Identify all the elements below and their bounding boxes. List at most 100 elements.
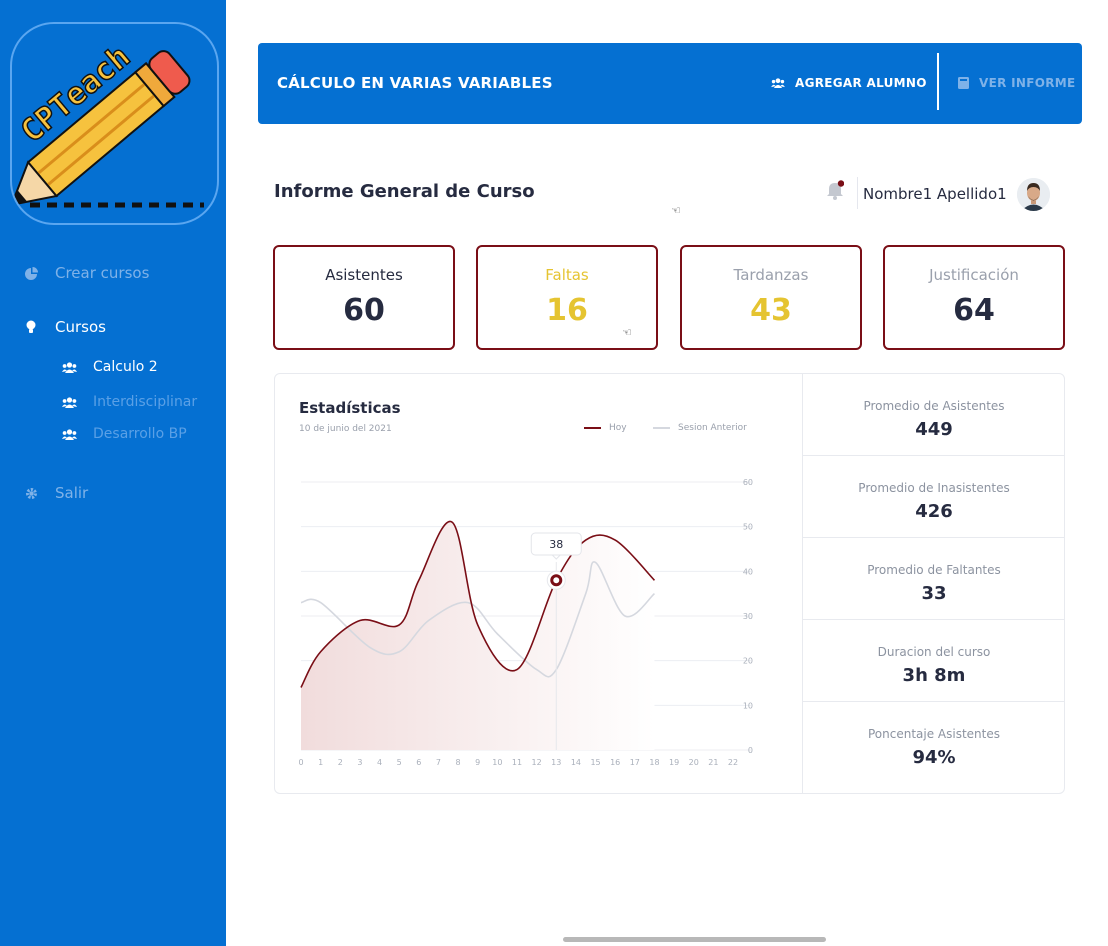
users-icon xyxy=(62,361,78,373)
stat-card-justificacion[interactable]: Justificación 64 xyxy=(883,245,1065,350)
stat-label: Tardanzas xyxy=(733,266,809,284)
x-tick-label: 7 xyxy=(436,758,441,767)
sidebar: CPTeach Crear cursos Cursos Calculo 2 In… xyxy=(0,0,226,946)
tooltip-value: 38 xyxy=(549,538,563,551)
y-tick-label: 50 xyxy=(743,523,753,532)
users-icon xyxy=(62,396,78,408)
x-tick-label: 2 xyxy=(338,758,343,767)
hand-cursor-icon: ☜ xyxy=(622,326,632,339)
metric-duracion-curso: Duracion del curso 3h 8m xyxy=(803,620,1065,702)
user-divider xyxy=(857,177,858,209)
stat-card-tardanzas[interactable]: Tardanzas 43 xyxy=(680,245,862,350)
course-header-bar: CÁLCULO EN VARIAS VARIABLES AGREGAR ALUM… xyxy=(258,43,1082,124)
course-item-label: Interdisciplinar xyxy=(93,394,198,410)
statistics-panel: Estadísticas 10 de junio del 2021 Hoy Se… xyxy=(274,373,1065,794)
course-item-interdisciplinar[interactable]: Interdisciplinar xyxy=(62,394,197,410)
app-logo[interactable]: CPTeach xyxy=(10,22,219,225)
add-student-button[interactable]: AGREGAR ALUMNO xyxy=(771,76,927,90)
stat-label: Justificación xyxy=(929,266,1019,284)
x-tick-label: 8 xyxy=(456,758,461,767)
y-tick-label: 30 xyxy=(743,612,753,621)
user-name[interactable]: Nombre1 Apellido1 xyxy=(863,185,1007,203)
x-tick-label: 5 xyxy=(397,758,402,767)
highlight-point xyxy=(550,574,563,587)
metric-label: Promedio de Inasistentes xyxy=(858,481,1010,495)
y-tick-label: 10 xyxy=(743,701,753,710)
y-tick-label: 20 xyxy=(743,657,753,666)
home-indicator xyxy=(563,937,826,942)
x-tick-label: 9 xyxy=(475,758,480,767)
stat-card-asistentes[interactable]: Asistentes 60 xyxy=(273,245,455,350)
course-item-label: Desarrollo BP xyxy=(93,426,187,442)
lightbulb-icon xyxy=(24,320,38,334)
users-icon xyxy=(62,428,78,440)
users-icon xyxy=(771,78,785,88)
stat-label: Faltas xyxy=(545,266,589,284)
statistics-chart: 01020304050600 1 2 3 4 5 6 7 8 9 10 11 12 13 14 15 16 17 1… xyxy=(298,478,753,767)
tooltip-arrow xyxy=(551,554,562,560)
x-tick-label: 18 xyxy=(649,758,659,767)
y-tick-label: 0 xyxy=(748,746,753,755)
x-tick-label: 13 xyxy=(551,758,561,767)
metric-label: Duracion del curso xyxy=(877,645,991,659)
sidebar-item-crear-cursos[interactable]: Crear cursos xyxy=(24,264,149,282)
book-icon xyxy=(958,77,969,89)
x-tick-label: 11 xyxy=(512,758,522,767)
x-tick-label: 22 xyxy=(728,758,738,767)
notification-bell-icon[interactable] xyxy=(826,180,845,204)
x-tick-label: 21 xyxy=(708,758,718,767)
x-tick-label: 4 xyxy=(377,758,382,767)
metric-value: 3h 8m xyxy=(902,665,966,686)
metric-label: Promedio de Asistentes xyxy=(863,399,1005,413)
metric-promedio-faltantes: Promedio de Faltantes 33 xyxy=(803,538,1065,620)
view-report-button[interactable]: VER INFORME xyxy=(958,76,1076,90)
x-tick-label: 12 xyxy=(532,758,542,767)
metric-promedio-inasistentes: Promedio de Inasistentes 426 xyxy=(803,456,1065,538)
gear-icon xyxy=(24,486,38,500)
avatar[interactable] xyxy=(1017,178,1050,211)
x-tick-label: 0 xyxy=(298,758,303,767)
metric-value: 426 xyxy=(915,501,953,522)
view-report-label: VER INFORME xyxy=(979,76,1076,90)
x-tick-label: 16 xyxy=(610,758,620,767)
x-tick-label: 17 xyxy=(630,758,640,767)
course-title: CÁLCULO EN VARIAS VARIABLES xyxy=(277,74,553,92)
sidebar-item-label: Cursos xyxy=(55,318,106,336)
series-area-hoy xyxy=(301,521,655,750)
add-student-label: AGREGAR ALUMNO xyxy=(795,76,927,90)
pencil-logo-icon: CPTeach xyxy=(12,38,204,208)
metric-label: Promedio de Faltantes xyxy=(867,563,1001,577)
pie-chart-icon xyxy=(24,266,38,280)
x-tick-label: 20 xyxy=(689,758,699,767)
sidebar-item-label: Crear cursos xyxy=(55,264,150,282)
x-tick-label: 14 xyxy=(571,758,581,767)
stat-value: 43 xyxy=(750,293,792,328)
x-tick-label: 15 xyxy=(590,758,600,767)
sidebar-item-cursos[interactable]: Cursos xyxy=(24,318,106,336)
page-title: Informe General de Curso xyxy=(274,181,535,202)
metric-label: Poncentaje Asistentes xyxy=(867,727,1000,741)
hand-cursor-icon: ☜ xyxy=(671,204,681,217)
sidebar-item-salir[interactable]: Salir xyxy=(24,484,88,502)
x-tick-label: 3 xyxy=(357,758,362,767)
stat-label: Asistentes xyxy=(325,266,403,284)
metric-value: 449 xyxy=(915,419,953,440)
course-item-desarrollo-bp[interactable]: Desarrollo BP xyxy=(62,426,187,442)
course-item-label: Calculo 2 xyxy=(93,359,158,375)
x-tick-label: 1 xyxy=(318,758,323,767)
metric-porcentaje-asistentes: Poncentaje Asistentes 94% xyxy=(803,702,1065,784)
metric-value: 94% xyxy=(912,747,956,768)
x-tick-label: 6 xyxy=(416,758,421,767)
y-tick-label: 60 xyxy=(743,478,753,487)
metric-promedio-asistentes: Promedio de Asistentes 449 xyxy=(803,374,1065,456)
stat-value: 16 xyxy=(546,293,588,328)
y-tick-label: 40 xyxy=(743,567,753,576)
topbar-divider xyxy=(937,53,939,110)
sidebar-item-label: Salir xyxy=(55,484,89,502)
x-tick-label: 10 xyxy=(492,758,502,767)
stat-value: 60 xyxy=(343,293,385,328)
course-item-calculo-2[interactable]: Calculo 2 xyxy=(62,359,158,375)
x-tick-label: 19 xyxy=(669,758,679,767)
metric-value: 33 xyxy=(921,583,947,604)
stat-value: 64 xyxy=(953,293,995,328)
